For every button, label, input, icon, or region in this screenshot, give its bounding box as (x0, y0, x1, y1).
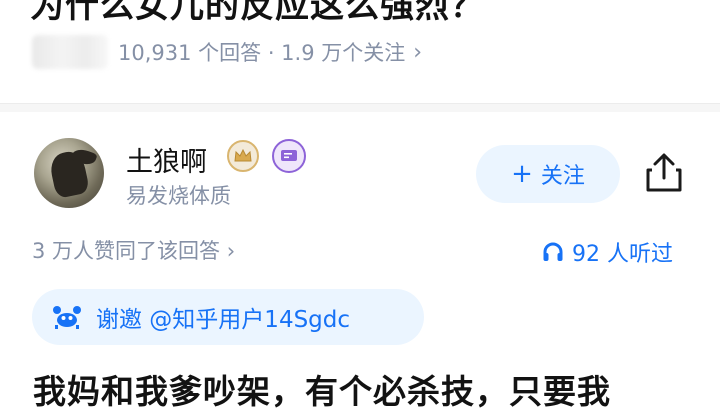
share-icon[interactable] (642, 150, 686, 196)
blurred-asker-avatar (32, 35, 108, 69)
answer-content[interactable]: 我妈和我爹吵架，有个必杀技，只要我 (33, 365, 611, 413)
follow-button[interactable]: + 关注 (476, 145, 620, 203)
listen-count[interactable]: 92 人听过 (542, 236, 673, 268)
question-title[interactable]: 为什么女儿的反应这么强烈？ (30, 0, 485, 27)
invite-crab-icon (53, 306, 81, 329)
invite-text: 谢邀 @知乎用户14Sgdc (96, 307, 351, 333)
section-divider (0, 103, 720, 112)
creator-badge-icon[interactable] (272, 139, 306, 173)
author-bio: 易发烧体质 (126, 184, 231, 208)
upvote-count[interactable]: 3 万人赞同了该回答 › (32, 235, 235, 265)
chevron-right-icon[interactable]: › (413, 40, 422, 65)
avatar[interactable] (34, 138, 104, 208)
question-stats[interactable]: 10,931 个回答 · 1.9 万个关注 (118, 37, 405, 67)
author-name[interactable]: 土狼啊 (126, 140, 207, 179)
headphones-icon (543, 242, 563, 261)
listen-text: 92 人听过 (572, 242, 673, 267)
question-meta: 10,931 个回答 · 1.9 万个关注 › (32, 34, 422, 70)
follow-label: 关注 (540, 164, 585, 189)
crown-badge-icon[interactable] (227, 140, 259, 172)
plus-icon: + (511, 159, 533, 189)
invite-pill[interactable]: 谢邀 @知乎用户14Sgdc (32, 289, 424, 345)
